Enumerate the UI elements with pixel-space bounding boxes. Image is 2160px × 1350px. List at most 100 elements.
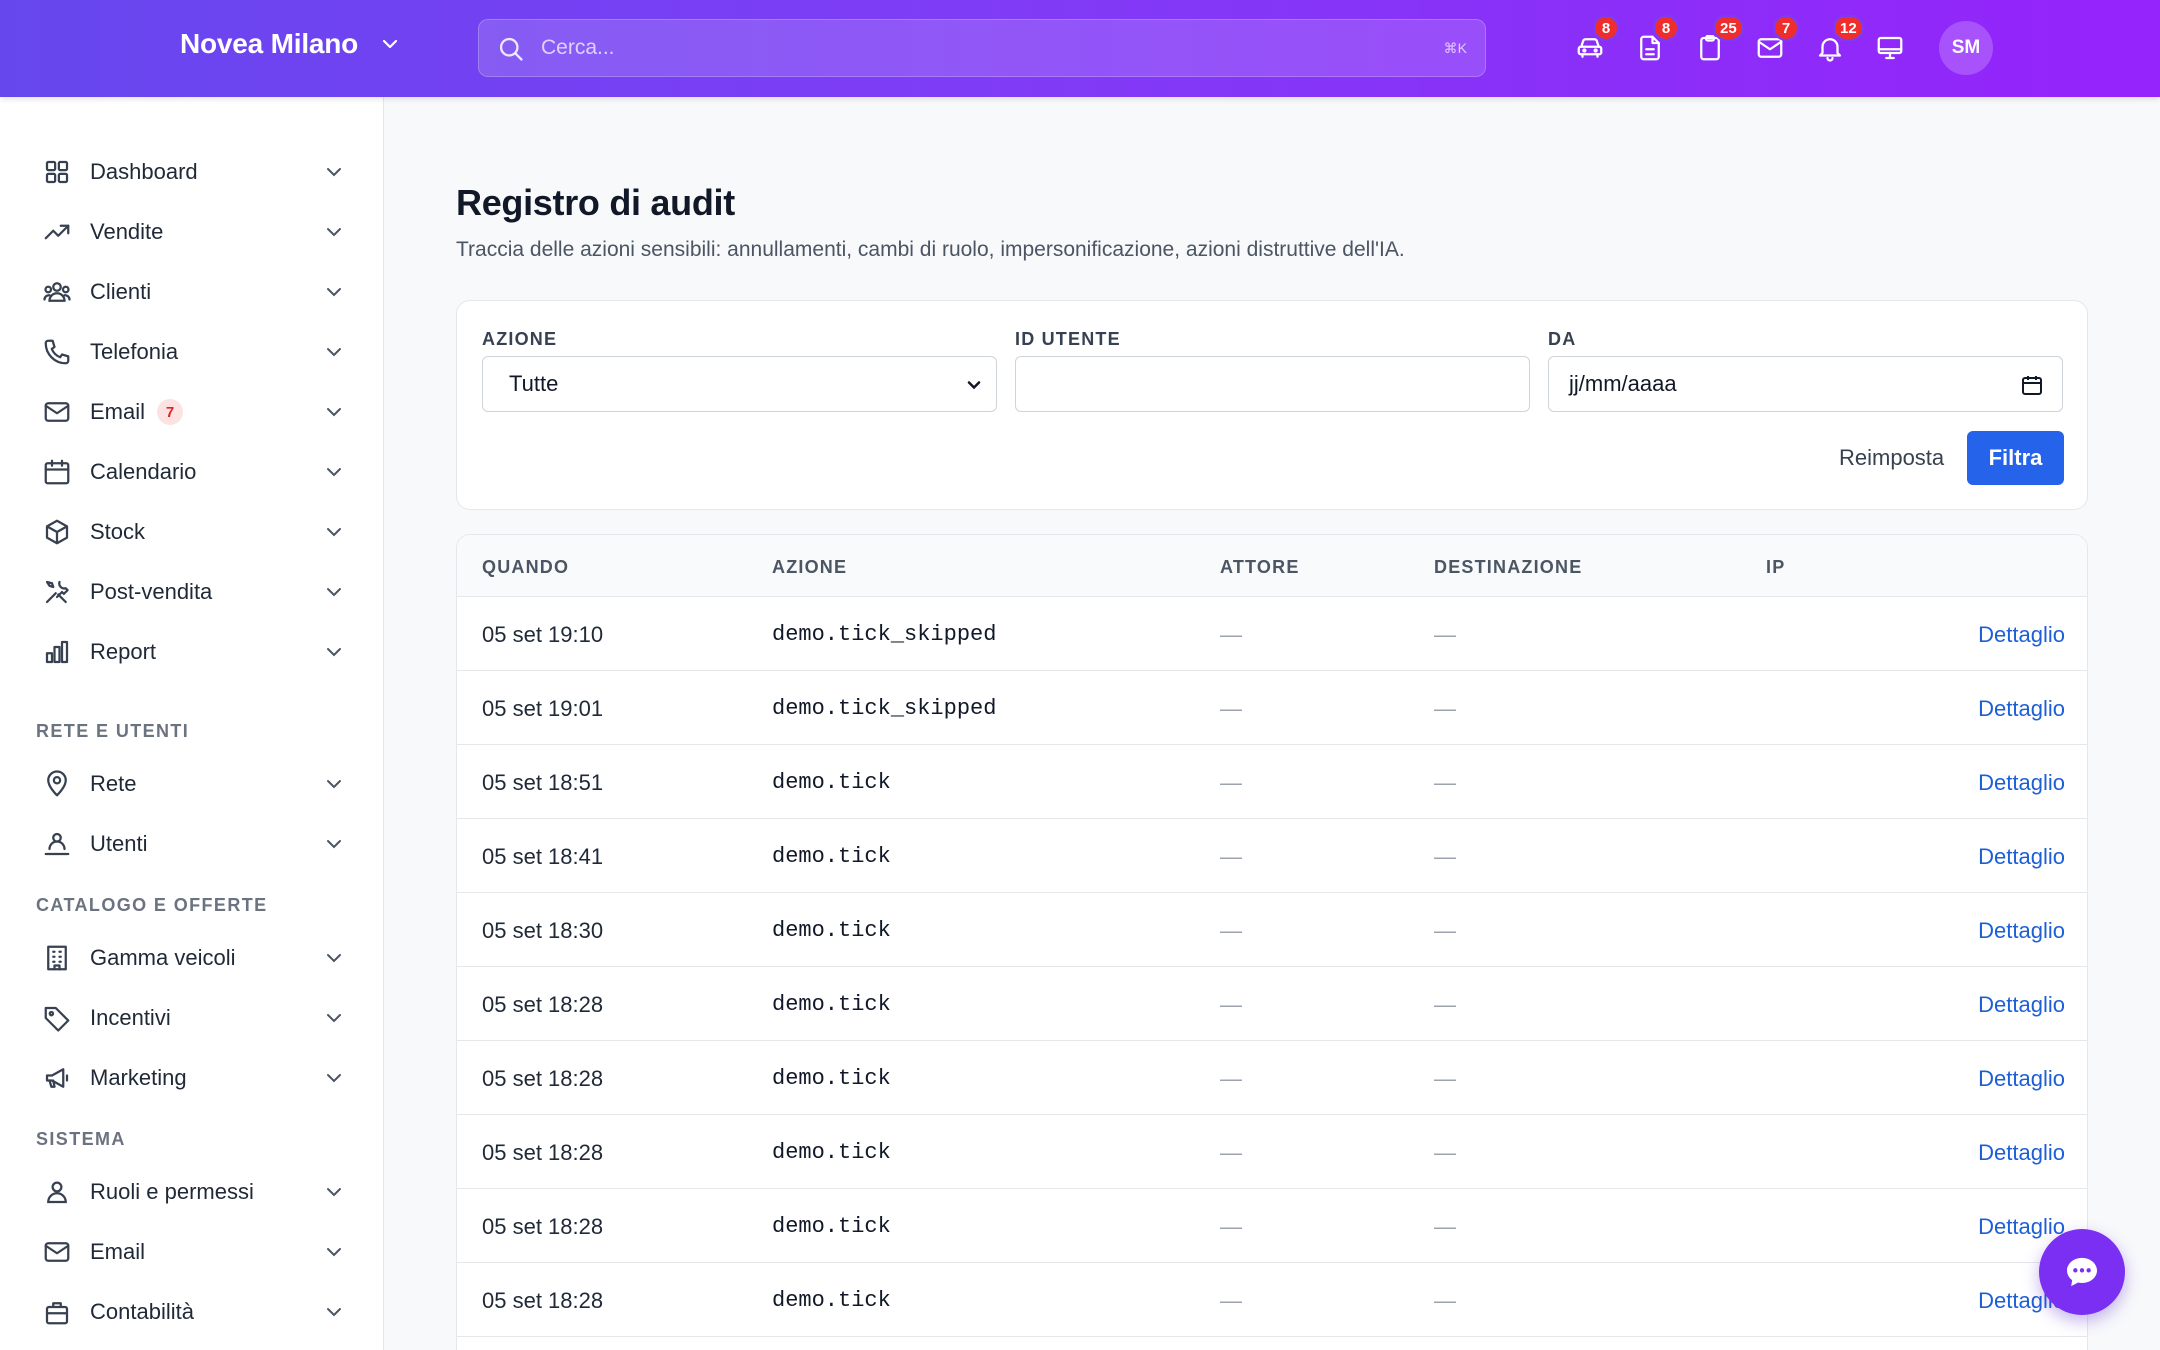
detail-link[interactable]: Dettaglio [1978,844,2065,870]
filter-button[interactable]: Filtra [1967,431,2064,485]
page-title: Registro di audit [456,182,735,223]
box-icon [42,517,72,547]
cell-target: — [1434,918,1456,943]
sidebar-item-rete[interactable]: Rete [30,758,352,810]
cell-actor: — [1220,1288,1242,1313]
sidebar-item-label: Calendario [90,459,197,484]
unread-count-badge: 7 [157,399,184,425]
chevron-down-icon [327,1248,341,1257]
mail-button[interactable]: 7 [1755,15,1799,63]
page-subtitle: Traccia delle azioni sensibili: annullam… [456,238,1405,261]
notification-badge: 12 [1833,15,1864,41]
sidebar-item-gamma-veicoli[interactable]: Gamma veicoli [30,932,352,984]
detail-link[interactable]: Dettaglio [1978,1214,2065,1240]
mail-icon [42,397,72,427]
car-button[interactable]: 8 [1575,15,1619,63]
audit-table: QUANDO AZIONE ATTORE DESTINAZIONE IP 05 … [456,534,2088,1350]
user-avatar[interactable]: SM [1939,21,1993,75]
table-row: 05 set 18:41 demo.tick — — Dettaglio [457,819,2087,893]
display-button[interactable] [1875,33,1905,63]
cell-action: demo.tick [772,1214,891,1239]
cell-action: demo.tick [772,770,891,795]
cell-actor: — [1220,1140,1242,1165]
bar-chart-icon [42,637,72,667]
action-filter-label: AZIONE [482,329,558,349]
reset-button[interactable]: Reimposta [1825,431,1958,485]
sidebar-item-clienti[interactable]: Clienti [30,266,352,318]
sidebar-item-telefonia[interactable]: Telefonia [30,326,352,378]
cell-action: demo.tick [772,992,891,1017]
search-icon [499,37,523,61]
sidebar-item-post-vendita[interactable]: Post-vendita [30,566,352,618]
chevron-down-icon [327,348,341,357]
sidebar-item-stock[interactable]: Stock [30,506,352,558]
sidebar-item-email[interactable]: Email 7 [30,386,352,438]
notifications-button[interactable]: 12 [1815,15,1864,63]
cell-action: demo.tick [772,844,891,869]
sidebar-item-email-system[interactable]: Email [30,1226,352,1278]
tasks-button[interactable]: 25 [1695,15,1744,63]
search-bar[interactable]: ⌘K [478,19,1486,77]
calendar-icon [42,457,72,487]
sidebar-item-label: Contabilità [90,1299,194,1324]
sidebar-item-label: Email [90,1239,146,1264]
user-icon [42,1177,72,1207]
sidebar-item-vendite[interactable]: Vendite [30,206,352,258]
detail-link[interactable]: Dettaglio [1978,696,2065,722]
user-id-input[interactable] [1015,356,1530,412]
detail-link[interactable]: Dettaglio [1978,1066,2065,1092]
sidebar-item-label: Report [90,639,157,664]
cell-target: — [1434,622,1456,647]
detail-link[interactable]: Dettaglio [1978,622,2065,648]
chevron-down-icon [382,39,398,49]
sidebar-item-report[interactable]: Report [30,626,352,678]
sidebar-item-label: Incentivi [90,1005,171,1030]
sidebar-item-label: Utenti [90,831,148,856]
cell-when: 05 set 18:28 [482,1140,604,1165]
building-icon [42,943,72,973]
cell-target: — [1434,1066,1456,1091]
search-input[interactable] [541,20,1401,76]
sidebar-item-calendario[interactable]: Calendario [30,446,352,498]
cell-action: demo.tick [772,918,891,943]
user-group-icon [42,829,72,859]
cell-target: — [1434,770,1456,795]
action-select-value: Tutte [509,371,559,396]
calendar-icon[interactable] [2020,373,2044,397]
table-row: 05 set 18:28 demo.tick — — Dettaglio [457,967,2087,1041]
sidebar-item-contabilita[interactable]: Contabilità [30,1286,352,1338]
cell-actor: — [1220,1214,1242,1239]
sidebar-item-dashboard[interactable]: Dashboard [30,146,352,198]
cell-action: demo.tick [772,1140,891,1165]
mail-icon [42,1237,72,1267]
sidebar-item-label: Telefonia [90,339,179,364]
table-row: 05 set 18:28 demo.tick — — Dettaglio [457,1041,2087,1115]
table-row: 05 set 19:01 demo.tick_skipped — — Detta… [457,671,2087,745]
detail-link[interactable]: Dettaglio [1978,918,2065,944]
table-header: QUANDO AZIONE ATTORE DESTINAZIONE IP [457,535,2087,597]
table-row: 05 set 18:28 demo.tick — — Dettaglio [457,1115,2087,1189]
sidebar-item-ruoli-permessi[interactable]: Ruoli e permessi [30,1166,352,1218]
cell-actor: — [1220,918,1242,943]
documents-button[interactable]: 8 [1635,15,1679,63]
sidebar-item-label: Vendite [90,219,164,244]
sidebar-item-label: Post-vendita [90,579,213,604]
cell-target: — [1434,1214,1456,1239]
date-from-placeholder: jj/mm/aaaa [1569,371,1677,396]
chat-button[interactable] [2039,1229,2125,1315]
detail-link[interactable]: Dettaglio [1978,770,2065,796]
cell-actor: — [1220,622,1242,647]
chevron-down-icon [327,168,341,177]
chevron-down-icon [327,588,341,597]
phone-icon [42,337,72,367]
sidebar-item-incentivi[interactable]: Incentivi [30,992,352,1044]
detail-link[interactable]: Dettaglio [1978,1140,2065,1166]
cell-actor: — [1220,992,1242,1017]
date-from-input[interactable]: jj/mm/aaaa [1548,356,2063,412]
detail-link[interactable]: Dettaglio [1978,992,2065,1018]
action-select[interactable]: Tutte [482,356,997,412]
sidebar-item-marketing[interactable]: Marketing [30,1052,352,1104]
sidebar-item-utenti[interactable]: Utenti [30,818,352,870]
chevron-down-icon [327,528,341,537]
workspace-switcher[interactable]: Novea Milano [180,28,402,60]
